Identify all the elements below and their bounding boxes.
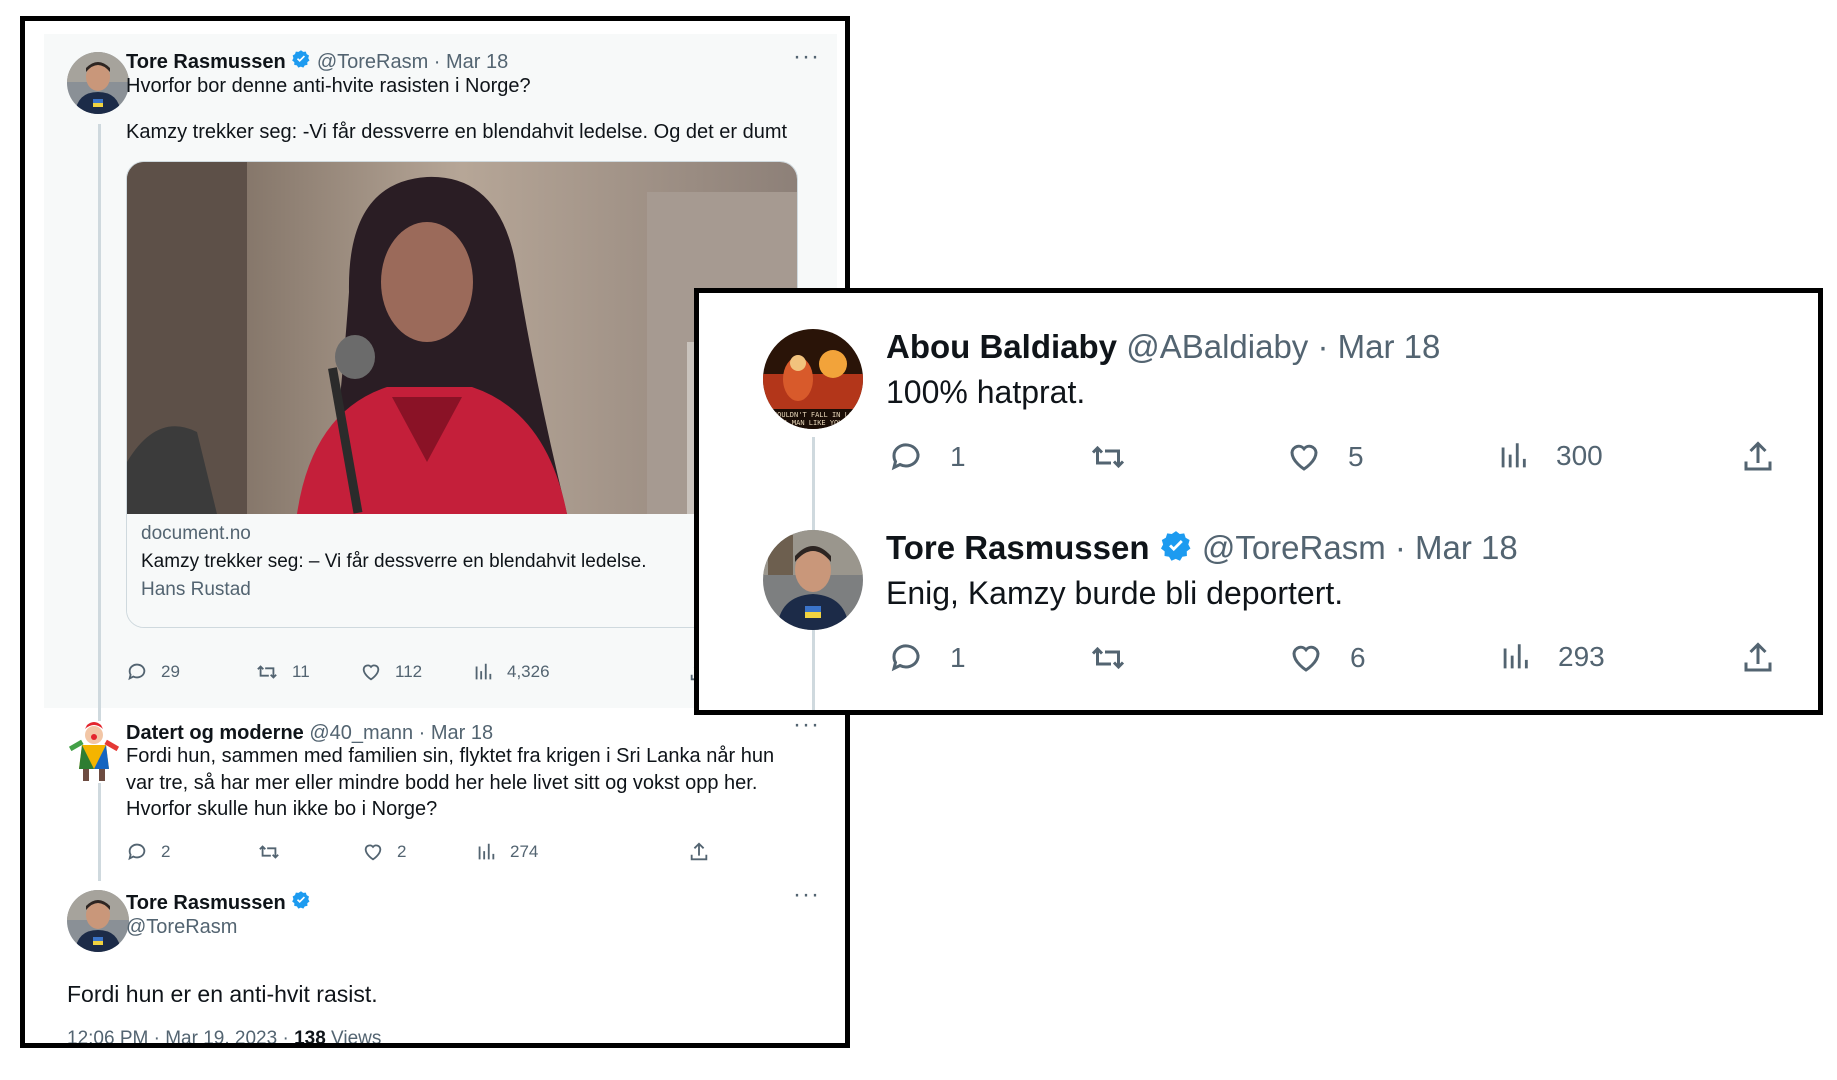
tweet-text: 100% hatprat. (886, 374, 1086, 410)
reply-icon (128, 843, 146, 861)
author-name[interactable]: Tore Rasmussen (126, 892, 286, 914)
handle-and-date[interactable]: @ToreRasm · Mar 18 (1202, 529, 1518, 566)
views-count: 274 (510, 842, 539, 861)
share-icon (690, 842, 708, 861)
views-label: Views (325, 1028, 382, 1048)
like-count: 5 (1348, 441, 1364, 472)
like-button[interactable]: 6 (1288, 640, 1366, 676)
tweet-header: Tore Rasmussen @ToreRasm · Mar 18 (886, 528, 1518, 572)
retweet-icon (259, 845, 279, 859)
tweet-actions: 1 5 300 (888, 439, 1808, 479)
more-options-icon[interactable]: ··· (793, 711, 820, 739)
reply-icon (891, 644, 920, 672)
like-count: 2 (397, 842, 407, 861)
more-options-icon[interactable]: ··· (793, 43, 820, 71)
card-domain: document.no (141, 523, 251, 544)
timestamp[interactable]: 12:06 PM · Mar 19, 2023 · (67, 1028, 294, 1043)
more-options-icon[interactable]: ··· (793, 881, 820, 909)
author-name[interactable]: Tore Rasmussen (126, 51, 286, 73)
avatar[interactable]: COULDN'T FALL IN LO A MAN LIKE YOU (763, 329, 863, 429)
verified-badge-icon (291, 890, 311, 917)
views-button[interactable]: 4,326 (472, 661, 550, 683)
reply-button[interactable]: 29 (126, 661, 180, 683)
tweet-text-line-2: Kamzy trekker seg: -Vi får dessverre en … (126, 121, 788, 143)
tweet-timestamp-views: 12:06 PM · Mar 19, 2023 · 138 Views (67, 1028, 382, 1048)
tweet-header: Tore Rasmussen (126, 890, 311, 917)
views-button[interactable]: 274 (475, 841, 538, 863)
author-name[interactable]: Abou Baldiaby (886, 328, 1117, 365)
tweet-header: Tore Rasmussen @ToreRasm · Mar 18 (126, 49, 508, 76)
avatar[interactable] (67, 52, 129, 114)
heart-icon (1292, 645, 1320, 672)
tweet-text: Enig, Kamzy burde bli deportert. (886, 575, 1344, 611)
right-screenshot-panel: COULDN'T FALL IN LO A MAN LIKE YOU Abou … (694, 288, 1823, 715)
like-count: 6 (1350, 642, 1366, 673)
retweet-icon (1091, 646, 1125, 670)
retweet-count: 11 (292, 662, 310, 681)
handle-and-date[interactable]: @40_mann · Mar 18 (309, 722, 493, 744)
tweet-text-line-1: Hvorfor bor denne anti-hvite rasisten i … (126, 75, 531, 97)
reply-count: 2 (161, 842, 171, 861)
views-count: 4,326 (507, 662, 550, 681)
author-name[interactable]: Tore Rasmussen (886, 529, 1149, 566)
reply-icon (891, 443, 920, 471)
retweet-icon (257, 665, 277, 679)
views-chart-icon (1501, 443, 1526, 468)
like-button[interactable]: 5 (1286, 439, 1364, 475)
verified-badge-icon (291, 49, 311, 76)
tweet-actions: 1 6 293 (888, 640, 1808, 680)
card-author: Hans Rustad (141, 579, 251, 600)
retweet-button[interactable] (1088, 439, 1128, 475)
reply-count: 1 (950, 441, 966, 472)
author-name[interactable]: Datert og moderne (126, 722, 304, 744)
avatar[interactable] (67, 890, 129, 952)
views-button[interactable]: 300 (1496, 439, 1603, 473)
reply-count: 1 (950, 642, 966, 673)
card-title: Kamzy trekker seg: – Vi får dessverre en… (141, 551, 647, 572)
tweet-header: Datert og moderne @40_mann · Mar 18 (126, 720, 493, 746)
handle-and-date[interactable]: @ToreRasm · Mar 18 (317, 51, 508, 73)
author-handle[interactable]: @ToreRasm (126, 916, 237, 939)
reply-button[interactable]: 1 (888, 439, 966, 475)
reply-button[interactable]: 2 (126, 841, 170, 863)
like-button[interactable]: 112 (360, 661, 422, 683)
like-count: 112 (395, 662, 423, 681)
heart-icon (362, 664, 380, 681)
retweet-button[interactable] (1088, 640, 1128, 676)
tweet-text-line-3: Hvorfor skulle hun ikke bo i Norge? (126, 798, 438, 820)
views-count: 300 (1556, 440, 1603, 471)
retweet-button[interactable]: 11 (255, 661, 310, 683)
share-icon (1744, 441, 1772, 471)
views-chart-icon (1503, 644, 1528, 669)
views-count: 293 (1558, 641, 1605, 672)
avatar[interactable] (763, 530, 863, 630)
tweet-text-line-1: Fordi hun, sammen med familien sin, flyk… (126, 745, 775, 767)
avatar-caption-1: COULDN'T FALL IN LO (773, 411, 853, 419)
share-button[interactable] (1740, 640, 1776, 676)
reply-icon (128, 663, 146, 681)
views-chart-icon (475, 663, 492, 680)
handle-and-date[interactable]: @ABaldiaby · Mar 18 (1126, 328, 1440, 365)
tweet-text-line-2: var tre, så har mer eller mindre bodd he… (126, 772, 758, 794)
avatar-caption-2: A MAN LIKE YOU (783, 419, 842, 427)
tweet-text: Fordi hun er en anti-hvit rasist. (67, 981, 378, 1007)
retweet-icon (1091, 445, 1125, 469)
heart-icon (364, 844, 382, 861)
reply-count: 29 (161, 662, 180, 681)
retweet-button[interactable] (257, 841, 281, 863)
reply-button[interactable]: 1 (888, 640, 966, 676)
avatar[interactable] (65, 721, 123, 783)
share-icon (1744, 642, 1772, 672)
tweet-header: Abou Baldiaby @ABaldiaby · Mar 18 (886, 327, 1440, 367)
tweet-actions: 2 2 274 (126, 841, 826, 871)
verified-badge-icon (1159, 529, 1193, 572)
views-count: 138 (294, 1028, 326, 1048)
share-button[interactable] (688, 841, 710, 863)
like-button[interactable]: 2 (362, 841, 406, 863)
share-button[interactable] (1740, 439, 1776, 475)
heart-icon (1290, 444, 1318, 471)
views-button[interactable]: 293 (1498, 640, 1605, 674)
views-chart-icon (478, 843, 495, 860)
